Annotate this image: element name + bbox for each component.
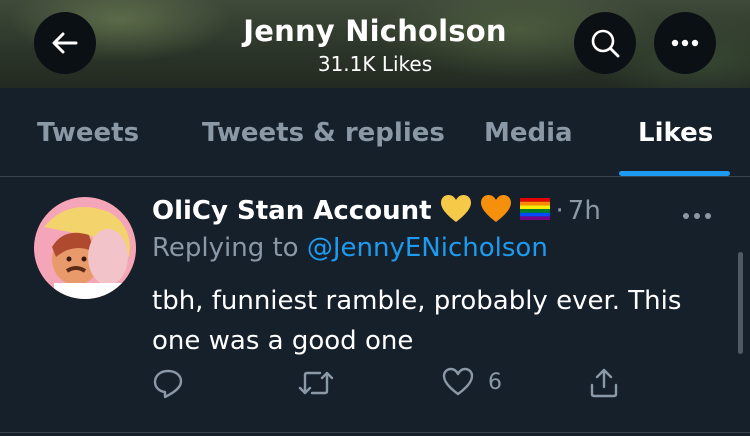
reply-icon [153, 369, 183, 399]
more-horizontal-icon [671, 39, 699, 47]
author-row: OliCy Stan Account · 7h [152, 193, 601, 229]
orange-heart-icon [480, 194, 512, 228]
tweet-actions: 6 [152, 367, 632, 407]
profile-name: Jenny Nicholson [243, 14, 507, 48]
reply-button[interactable] [152, 367, 184, 399]
like-button[interactable]: 6 [442, 367, 502, 397]
scrollbar[interactable] [738, 252, 743, 354]
more-horizontal-icon [683, 213, 711, 219]
tweet[interactable]: OliCy Stan Account · 7h Replying to @Jen… [0, 177, 750, 436]
search-icon [591, 29, 620, 58]
like-count: 6 [488, 369, 502, 395]
share-icon [590, 368, 618, 398]
active-tab-indicator [619, 171, 730, 176]
likes-count: 31.1K Likes [317, 52, 433, 76]
reply-prefix: Replying to [152, 233, 299, 263]
heart-icon [442, 367, 474, 396]
reply-handle-link[interactable]: @JennyENicholson [307, 233, 548, 263]
profile-header: Jenny Nicholson 31.1K Likes [0, 0, 750, 88]
tweet-more-button[interactable] [682, 205, 712, 224]
avatar-illustration [34, 197, 136, 299]
retweet-icon [298, 371, 334, 395]
tab-media[interactable]: Media [484, 118, 573, 148]
yellow-heart-icon [440, 194, 472, 228]
tab-likes[interactable]: Likes [638, 118, 713, 148]
avatar[interactable] [34, 197, 136, 299]
search-button[interactable] [574, 12, 636, 74]
retweet-button[interactable] [298, 367, 334, 399]
divider [0, 432, 750, 433]
profile-tabs: Tweets Tweets & replies Media Likes [0, 88, 750, 177]
rainbow-flag-icon [519, 198, 550, 224]
tweet-text: tbh, funniest ramble, probably ever. Thi… [152, 286, 682, 356]
author-name[interactable]: OliCy Stan Account [152, 196, 432, 226]
share-button[interactable] [588, 367, 620, 399]
tab-tweets[interactable]: Tweets [37, 118, 139, 148]
tweet-timestamp[interactable]: 7h [568, 196, 601, 226]
separator-dot: · [555, 196, 564, 226]
reply-context: Replying to @JennyENicholson [152, 233, 548, 263]
tab-tweets-and-replies[interactable]: Tweets & replies [202, 118, 445, 148]
more-button[interactable] [654, 12, 716, 74]
